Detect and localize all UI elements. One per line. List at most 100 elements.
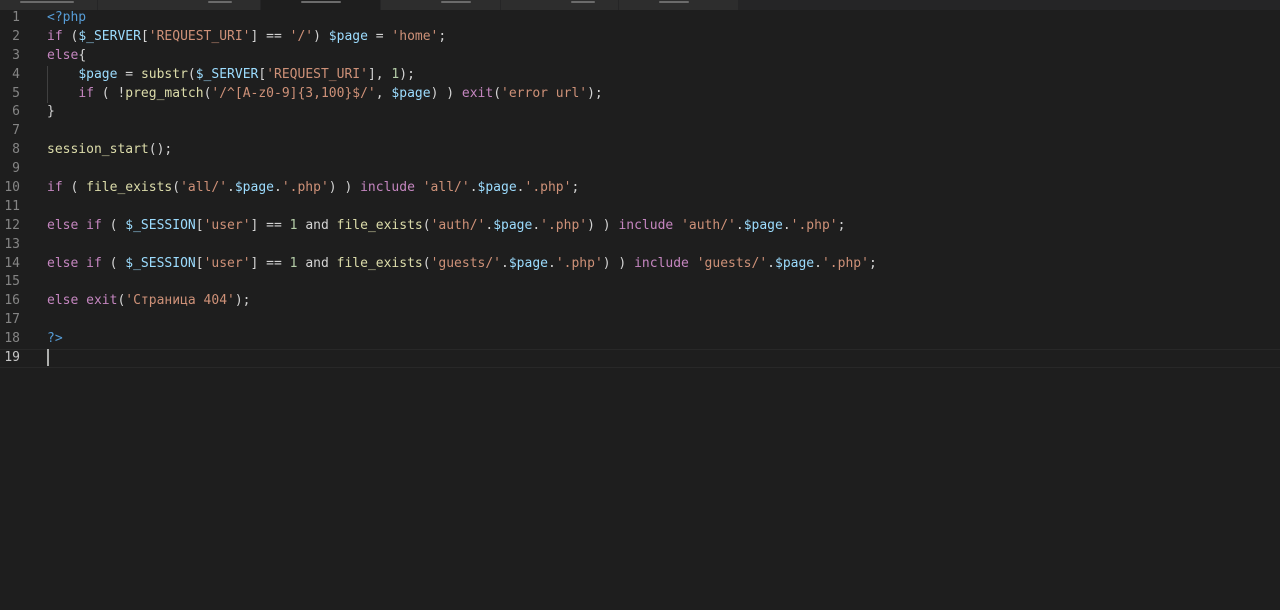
code-token: 'auth/' [430,217,486,233]
code-token: . [501,255,509,271]
code-token: 'REQUEST_URI' [266,66,368,82]
line-content[interactable]: if ( !preg_match('/^[A-z0-9]{3,100}$/', … [47,85,602,104]
code-line[interactable]: 10 if ( file_exists('all/'.$page.'.php') … [0,179,1280,198]
line-content[interactable]: $page = substr($_SERVER['REQUEST_URI'], … [47,66,415,85]
code-token: ] == [250,217,290,233]
code-line[interactable]: 4 $page = substr($_SERVER['REQUEST_URI']… [0,65,1280,85]
code-token: ( [187,66,196,82]
code-token: if [47,180,63,196]
code-token: ); [234,293,251,309]
code-token: else [47,255,79,271]
code-token: ] == [250,255,290,271]
code-token: (); [148,142,173,158]
code-line[interactable]: 3 else{ [0,47,1280,66]
line-number: 19 [4,350,20,366]
code-token: . [227,180,235,196]
code-token: 1 [289,217,298,233]
code-area[interactable]: 1 <?php 2 if ($_SERVER['REQUEST_URI'] == '/… [0,9,1280,610]
line-content[interactable]: if ( file_exists('all/'.$page.'.php') ) … [47,179,579,198]
line-content[interactable]: ?> [47,330,63,349]
line-number: 11 [4,198,20,214]
code-token: 'all/' [422,180,470,196]
line-content[interactable] [47,349,49,368]
code-token: ) ) [430,85,462,101]
code-line[interactable]: 13 [0,236,1280,255]
code-line[interactable]: 8 session_start(); [0,141,1280,160]
code-line[interactable]: 17 [0,311,1280,330]
code-token: 'user' [203,255,251,271]
code-line[interactable]: 16 else exit('Страница 404'); [0,292,1280,311]
code-line[interactable]: 15 [0,273,1280,292]
code-line[interactable]: 18 ?> [0,330,1280,349]
line-number: 9 [12,161,20,177]
line-number: 16 [4,293,20,309]
code-token: ) ) [602,255,635,271]
code-token: 'all/' [180,180,228,196]
line-content[interactable]: else if ( $_SESSION['user'] == 1 and fil… [47,217,845,236]
line-content[interactable]: else{ [47,47,86,66]
code-token: ; [571,180,580,196]
code-token: and [297,217,337,233]
code-token: ) [313,28,329,44]
code-token: '.php' [524,180,572,196]
code-token: 'auth/' [681,217,736,233]
code-token: <?php [47,10,87,25]
code-token: 'REQUEST_URI' [148,28,251,44]
code-line[interactable]: 14 else if ( $_SESSION['user'] == 1 and f… [0,255,1280,274]
code-token: 'user' [203,217,251,233]
code-token: , [375,85,392,101]
code-line[interactable]: 12 else if ( $_SESSION['user'] == 1 and f… [0,217,1280,236]
code-line[interactable]: 19 [0,349,1280,368]
code-line[interactable]: 2 if ($_SERVER['REQUEST_URI'] == '/') $pa… [0,28,1280,47]
code-token: . [485,217,494,233]
code-token: substr [140,66,188,82]
code-token: '.php' [555,255,603,271]
code-token: if [78,85,94,101]
code-line[interactable]: 1 <?php [0,9,1280,28]
code-line[interactable]: 11 [0,198,1280,217]
code-editor[interactable]: 1 <?php 2 if ($_SERVER['REQUEST_URI'] == '/… [0,0,1280,610]
line-content[interactable]: session_start(); [47,141,172,160]
line-number: 1 [12,10,20,25]
code-token: ( [493,85,502,101]
line-content[interactable]: else if ( $_SESSION['user'] == 1 and fil… [47,255,877,274]
code-line[interactable]: 7 [0,122,1280,141]
line-content[interactable]: <?php [47,9,86,28]
line-number: 17 [4,312,20,328]
line-number: 14 [4,255,20,271]
line-number: 4 [12,66,20,82]
code-token: $page [493,217,533,233]
line-content[interactable]: else exit('Страница 404'); [47,292,251,311]
code-token: else [47,217,79,233]
code-token: file_exists [336,217,423,233]
code-token: . [782,217,791,233]
line-number: 6 [12,104,20,120]
code-token: . [767,255,775,271]
code-line[interactable]: 9 [0,160,1280,179]
code-token: 'guests/' [430,255,502,271]
code-token: $page [508,255,548,271]
code-token: ?> [47,331,63,347]
code-token: '.php' [540,217,588,233]
text-cursor [47,349,49,367]
code-token: $page [391,85,431,101]
line-content[interactable]: } [47,103,55,122]
code-token: if [86,255,102,271]
line-number: 15 [4,274,20,290]
code-line[interactable]: 6} [0,103,1280,122]
line-content[interactable]: if ($_SERVER['REQUEST_URI'] == '/') $pag… [47,28,446,47]
code-line[interactable]: 5 if ( !preg_match ('/^[A-z0-9]{3,100}$/'… [0,84,1280,104]
code-token: '/' [289,28,314,44]
code-token: '.php' [790,217,838,233]
code-token: ) ) [587,217,619,233]
code-token: $page [78,66,118,82]
code-token: ; [868,255,877,271]
code-token: [ [195,217,204,233]
code-token: 'home' [391,28,439,44]
code-token: [ [258,66,267,82]
